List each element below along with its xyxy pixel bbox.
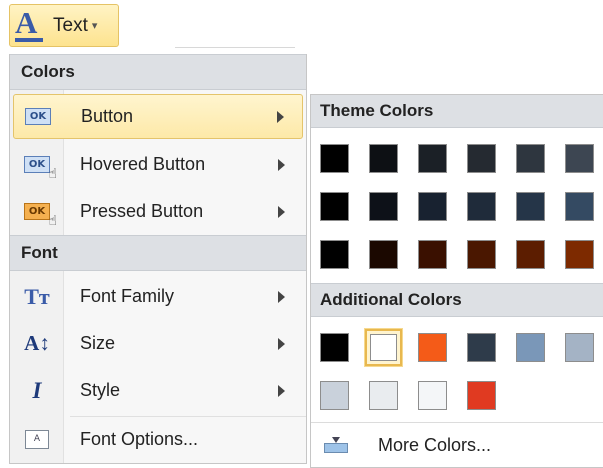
color-swatch[interactable] (418, 333, 447, 362)
submenu-arrow-icon (278, 158, 285, 171)
color-swatch[interactable] (516, 192, 545, 221)
theme-colors-header: Theme Colors (311, 95, 603, 128)
submenu-arrow-icon (277, 110, 284, 123)
menu-item-pressed-button[interactable]: OK ☝ Pressed Button (13, 189, 303, 234)
italic-style-icon: I (32, 377, 42, 403)
color-swatch[interactable] (369, 192, 398, 221)
ok-button-hover-icon: OK ☝ (24, 156, 57, 182)
section-header-colors: Colors (10, 54, 306, 90)
additional-colors-header: Additional Colors (311, 283, 603, 317)
menu-item-font-family[interactable]: Tт Font Family (13, 274, 303, 319)
menu-item-label: Pressed Button (80, 201, 204, 221)
color-swatch[interactable] (565, 144, 594, 173)
font-size-icon: A↕ (24, 331, 50, 355)
color-swatch[interactable] (320, 381, 349, 410)
color-swatch[interactable] (467, 240, 496, 269)
ok-button-pressed-icon: OK ☝ (24, 203, 57, 229)
hand-cursor-icon: ☝ (48, 166, 57, 182)
ok-button-icon: OK (25, 108, 51, 125)
color-fill-icon (324, 437, 348, 453)
color-swatch[interactable] (467, 144, 496, 173)
submenu-arrow-icon (278, 384, 285, 397)
menu-item-label: Size (80, 333, 116, 353)
menu-item-label: Style (80, 380, 121, 400)
color-swatch[interactable] (418, 381, 447, 410)
color-swatch[interactable] (320, 144, 349, 173)
font-family-icon: Tт (24, 283, 50, 309)
color-swatch[interactable] (320, 192, 349, 221)
more-colors-button[interactable]: More Colors... (311, 422, 603, 467)
submenu-arrow-icon (278, 290, 285, 303)
color-swatch[interactable] (565, 240, 594, 269)
color-swatch[interactable] (565, 192, 594, 221)
color-swatch[interactable] (467, 381, 496, 410)
text-ribbon-button[interactable]: A Text ▾ (9, 4, 119, 47)
color-swatch[interactable] (516, 333, 545, 362)
submenu-arrow-icon (278, 205, 285, 218)
more-colors-label: More Colors... (378, 434, 492, 455)
ribbon-divider (175, 47, 295, 48)
font-options-icon: A (25, 430, 49, 449)
menu-item-label: Font Options... (80, 429, 199, 449)
menu-item-hovered-button[interactable]: OK ☝ Hovered Button (13, 142, 303, 187)
color-swatch[interactable] (418, 144, 447, 173)
chevron-down-icon[interactable]: ▾ (92, 19, 98, 32)
menu-item-style[interactable]: I Style (13, 368, 303, 413)
hand-cursor-icon: ☝ (48, 213, 57, 229)
menu-item-button[interactable]: OK Button (13, 94, 303, 139)
color-swatch[interactable] (369, 381, 398, 410)
text-color-icon: A (15, 5, 49, 43)
text-button-label: Text (53, 14, 88, 36)
menu-item-size[interactable]: A↕ Size (13, 321, 303, 366)
menu-item-font-options[interactable]: A Font Options... (13, 417, 303, 462)
menu-item-label: Button (81, 106, 134, 126)
color-swatch[interactable] (320, 240, 349, 269)
color-swatch[interactable] (516, 144, 545, 173)
menu-item-label: Font Family (80, 286, 175, 306)
menu-item-label: Hovered Button (80, 154, 206, 174)
color-swatch[interactable] (418, 192, 447, 221)
submenu-arrow-icon (278, 337, 285, 350)
color-swatch[interactable] (320, 333, 349, 362)
color-picker-submenu: Theme Colors Additional Colors More Colo… (310, 94, 603, 468)
color-swatch[interactable] (516, 240, 545, 269)
color-swatch[interactable] (467, 192, 496, 221)
color-swatch[interactable] (565, 333, 594, 362)
color-swatch[interactable] (369, 240, 398, 269)
color-swatch[interactable] (369, 144, 398, 173)
color-swatch[interactable] (418, 240, 447, 269)
text-dropdown-menu: Colors OK Button OK ☝ Hovered Button OK ☝ … (9, 54, 307, 464)
section-header-font: Font (10, 235, 306, 271)
color-swatch[interactable] (365, 329, 402, 366)
color-swatch[interactable] (467, 333, 496, 362)
